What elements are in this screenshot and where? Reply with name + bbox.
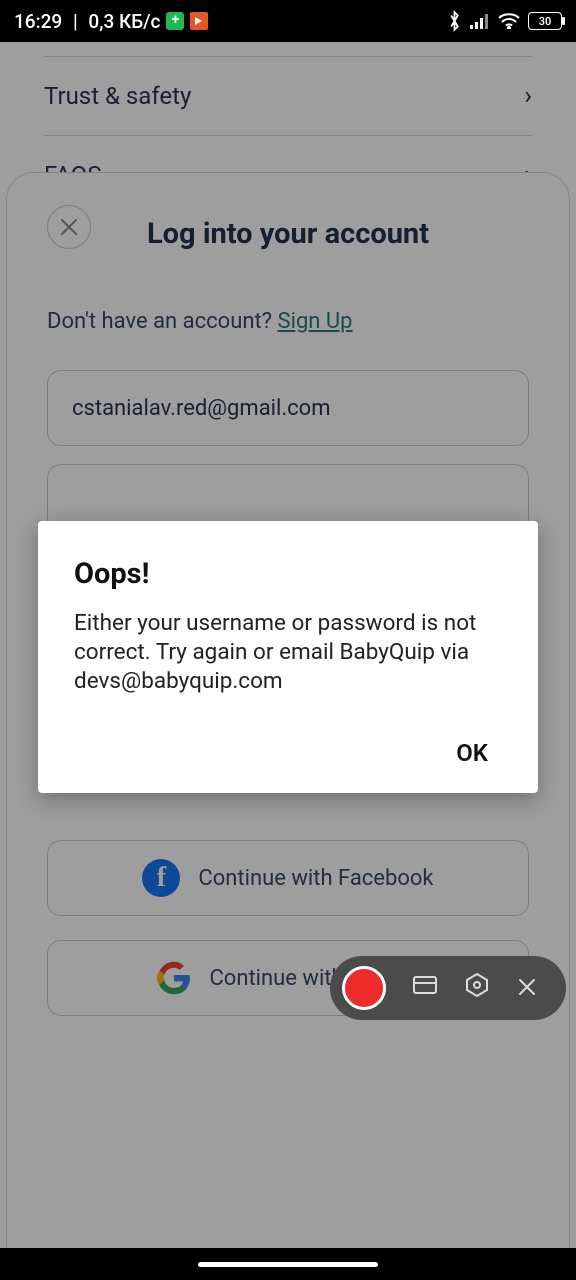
shield-icon [166,12,184,30]
settings-hex-icon[interactable] [464,972,490,1004]
screen-record-indicator-icon [190,12,208,30]
recorder-close-button[interactable] [516,972,538,1005]
status-data-rate: 0,3 КБ/с [88,10,160,33]
error-alert: Oops! Either your username or password i… [38,521,538,793]
gesture-nav-bar[interactable] [0,1248,576,1280]
screen-recorder-toolbar[interactable] [330,956,566,1020]
bluetooth-icon [447,10,462,32]
wifi-icon [498,13,520,29]
nav-handle [198,1262,378,1267]
record-button[interactable] [342,966,386,1010]
alert-title: Oops! [74,557,502,591]
alert-ok-button[interactable]: OK [442,729,502,777]
card-icon[interactable] [412,974,438,1002]
battery-icon: 30 [528,12,562,30]
status-time: 16:29 [14,10,62,33]
cellular-signal-icon [470,13,490,29]
status-bar: 16:29 | 0,3 КБ/с 30 [0,0,576,42]
alert-body: Either your username or password is not … [74,609,502,695]
